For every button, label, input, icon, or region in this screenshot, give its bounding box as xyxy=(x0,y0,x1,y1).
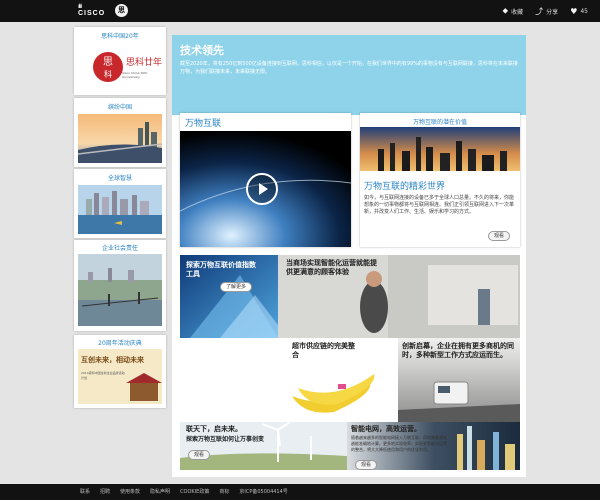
china-20-logo-caption: 思科廿年 xyxy=(126,58,163,68)
feature-value-label: 万物互联的潜在价值 xyxy=(412,119,467,126)
bookmark-button[interactable]: ⬥ 收藏 xyxy=(503,6,524,16)
footer-icp-number: 京ICP备05004414号 xyxy=(239,489,288,495)
cisco-wordmark: CISCO xyxy=(78,10,106,17)
tile-connect-future-subtitle: 探索万物互联如何让万事创变 xyxy=(186,436,265,443)
like-button[interactable]: ♥ 45 xyxy=(570,7,588,16)
tile-innovation-title: 创新启幕，企业在拥有更多商机的同时，多种新型工作方式应运而生。 xyxy=(402,342,514,359)
toolbar: ⬥ 收藏 ⤴ 分享 ♥ 45 xyxy=(503,4,600,18)
play-button-icon[interactable] xyxy=(246,173,278,205)
svg-text:科: 科 xyxy=(104,69,112,79)
tile-smart-grid-title: 智能电网，高效运营。 xyxy=(351,425,421,433)
tile-smart-grid[interactable]: 智能电网，高效运营。 随着越来越多的智能电网接入万物互联，用电需要越来越能准确地… xyxy=(347,422,520,470)
sidebar-card-china-20[interactable]: 思科中国20年 思 科 思科廿年 Cisco China 20th Annive… xyxy=(74,27,166,95)
heart-icon: ♥ xyxy=(570,6,578,16)
sidebar-card-title: 缤纷中国 xyxy=(107,104,132,111)
city-skyline-image xyxy=(360,127,520,171)
feature-value-watch-button[interactable]: 观看 xyxy=(488,231,511,241)
page-title: 技术领先 xyxy=(180,44,224,57)
feature-value-heading: 万物互联的精彩世界 xyxy=(364,182,446,192)
svg-text:思: 思 xyxy=(103,56,113,68)
tile-smart-grid-body: 随着越来越多的智能电网接入万物互联，用电需要越来越能准确地计算。更多地实现效率，… xyxy=(351,435,447,452)
share-button[interactable]: ⤴ 分享 xyxy=(535,6,558,17)
like-count: 45 xyxy=(580,7,588,15)
footer-link-privacy[interactable]: 隐私声明 xyxy=(150,488,170,495)
tile-smart-grid-watch-button[interactable]: 观看 xyxy=(355,460,378,470)
share-label: 分享 xyxy=(546,8,559,16)
tile-supply-chain-title: 超市供应链的完美整合 xyxy=(292,342,355,359)
sidebar-card-title: 全球智慧 xyxy=(107,175,132,182)
tile-innovation[interactable]: 创新启幕，企业在拥有更多商机的同时，多种新型工作方式应运而生。 xyxy=(398,338,520,422)
china-20-badge-icon[interactable]: 思 xyxy=(115,4,128,17)
sidebar-card-20th-event[interactable]: 20周年活动庆典 互创未来，相动未来 2014思科中国全新企业品牌活动计划 xyxy=(74,335,166,408)
tile-learn-more-button[interactable]: 了解更多 xyxy=(220,282,253,292)
footer-link-cookies[interactable]: COOKIE政策 xyxy=(180,488,209,495)
sidebar-card-csr[interactable]: 企业社会责任 xyxy=(74,240,166,331)
tile-connect-future[interactable]: 联天下，启未来。 探索万物互联如何让万事创变 观看 xyxy=(180,422,347,470)
tag-icon: ⬥ xyxy=(502,6,509,15)
footer-links: 联系 招聘 使用条款 隐私声明 COOKIE政策 商标 京ICP备0500441… xyxy=(80,488,298,495)
tile-ioe-value-index-title: 探索万物互联价值指数工具 xyxy=(186,261,256,278)
share-icon: ⤴ xyxy=(535,6,544,16)
shanghai-sunset-image xyxy=(77,114,163,163)
tile-connect-future-title: 联天下，启未来。 xyxy=(186,425,242,433)
20th-event-poster: 互创未来，相动未来 2014思科中国全新企业品牌活动计划 xyxy=(78,349,162,404)
sidebar-card-colorful-china[interactable]: 缤纷中国 xyxy=(74,98,166,167)
feature-value-body: 如今，与互联网连接的设备已多于全球人口总量。不久的将来，你能想象的一切事物都将与… xyxy=(364,195,515,215)
footer-link-contact[interactable]: 联系 xyxy=(80,488,90,495)
tile-smart-mall[interactable]: 当商场实现智能化运营就能提供更满意的顾客体验 xyxy=(278,255,520,338)
footer: 联系 招聘 使用条款 隐私声明 COOKIE政策 商标 京ICP备0500441… xyxy=(0,484,600,500)
sidebar-card-title: 思科中国20年 xyxy=(101,33,139,40)
bridge-city-image xyxy=(78,254,162,326)
tile-connect-future-watch-button[interactable]: 观看 xyxy=(188,450,211,460)
tile-supply-chain[interactable]: 超市供应链的完美整合 xyxy=(278,338,398,422)
feature-ioe-label: 万物互联 xyxy=(185,119,222,129)
footer-link-trademarks[interactable]: 商标 xyxy=(219,488,229,495)
china-20-logo: 思 科 思科廿年 Cisco China 20th Anniversary xyxy=(78,43,162,93)
tile-ioe-value-index[interactable]: 探索万物互联价值指数工具 了解更多 xyxy=(180,255,278,338)
main-content: 技术领先 截至2020年，将有250亿到500亿设备连接到互联网。思科相信，以仅… xyxy=(172,35,526,477)
story-mosaic: 探索万物互联价值指数工具 了解更多 当商场实现智能化运营就能提供更满意的顾客体验 xyxy=(180,255,520,470)
sidebar-card-global-wisdom[interactable]: 全球智慧 xyxy=(74,169,166,238)
page-intro-text: 截至2020年，将有250亿到500亿设备连接到互联网。思科相信，以仅是一个开始… xyxy=(180,61,518,75)
bookmark-label: 收藏 xyxy=(511,8,524,16)
sidebar-card-title: 20周年活动庆典 xyxy=(98,340,142,347)
footer-link-terms[interactable]: 使用条款 xyxy=(120,488,140,495)
feature-ioe-value[interactable]: 万物互联的潜在价值 万物互联的精彩世界 如今，与互联网连接的设备已多于全球人口总… xyxy=(360,113,520,247)
china-20-logo-sub: Cisco China 20th Anniversary xyxy=(122,71,148,79)
city-waterfront-image xyxy=(78,185,162,234)
earth-video-thumbnail[interactable] xyxy=(179,131,352,247)
top-navigation-bar: ılıılı CISCO 思 ⬥ 收藏 ⤴ 分享 ♥ 45 xyxy=(0,0,600,22)
sidebar-card-title: 企业社会责任 xyxy=(101,245,138,252)
feature-ioe-video[interactable]: 万物互联 xyxy=(179,113,352,247)
cisco-logo[interactable]: ılıılı CISCO xyxy=(78,4,105,18)
footer-link-careers[interactable]: 招聘 xyxy=(100,488,110,495)
tile-smart-mall-title: 当商场实现智能化运营就能提供更满意的顾客体验 xyxy=(286,259,377,276)
